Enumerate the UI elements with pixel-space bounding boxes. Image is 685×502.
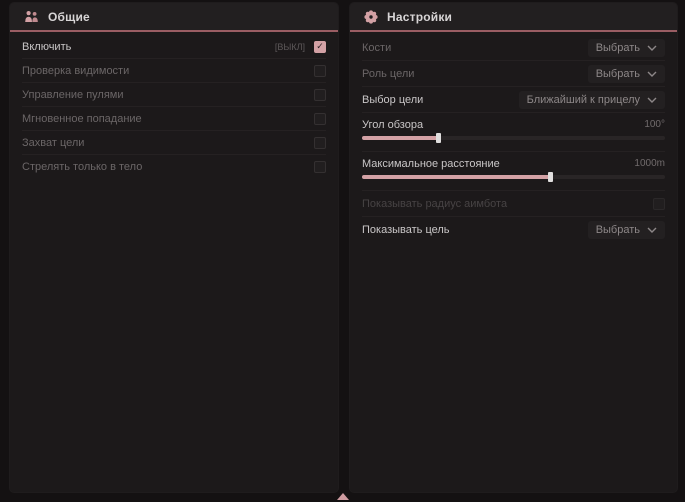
- instant-hit-checkbox[interactable]: [314, 113, 326, 125]
- select-value: Выбрать: [596, 224, 640, 236]
- row-bullet-control[interactable]: Управление пулями: [22, 83, 326, 107]
- chevron-down-icon: [647, 71, 657, 77]
- row-label: Захват цели: [22, 137, 314, 149]
- chevron-down-icon: [647, 97, 657, 103]
- visibility-check-checkbox[interactable]: [314, 65, 326, 77]
- keybind-tag: [ВЫКЛ]: [275, 42, 305, 52]
- fov-slider[interactable]: [362, 136, 665, 140]
- chevron-down-icon: [647, 227, 657, 233]
- row-bones: Кости Выбрать: [362, 35, 665, 61]
- resize-handle-triangle-up-icon[interactable]: [337, 493, 349, 500]
- panel-settings-title: Настройки: [387, 10, 452, 24]
- row-label: Роль цели: [362, 68, 588, 80]
- slider-handle[interactable]: [548, 172, 553, 182]
- row-label: Включить: [22, 41, 275, 53]
- panel-settings-header[interactable]: Настройки: [350, 3, 677, 32]
- row-label: Выбор цели: [362, 94, 519, 106]
- row-label: Показывать радиус аимбота: [362, 198, 653, 210]
- chevron-down-icon: [647, 45, 657, 51]
- row-target-lock[interactable]: Захват цели: [22, 131, 326, 155]
- body-shots-only-checkbox[interactable]: [314, 161, 326, 173]
- enable-checkbox[interactable]: ✓: [314, 41, 326, 53]
- slider-header: Максимальное расстояние1000m: [362, 156, 665, 171]
- row-label: Показывать цель: [362, 224, 588, 236]
- row-show-aimbot-radius[interactable]: Показывать радиус аимбота: [362, 191, 665, 217]
- row-label: Максимальное расстояние: [362, 158, 634, 170]
- slider-fill: [362, 175, 550, 179]
- target-role-select[interactable]: Выбрать: [588, 65, 665, 83]
- users-icon: [24, 10, 39, 23]
- select-value: Ближайший к прицелу: [527, 94, 640, 106]
- target-lock-checkbox[interactable]: [314, 137, 326, 149]
- target-selection-select[interactable]: Ближайший к прицелу: [519, 91, 665, 109]
- panel-general: Общие Включить[ВЫКЛ] ✓Проверка видимости У…: [10, 3, 338, 492]
- row-label: Мгновенное попадание: [22, 113, 314, 125]
- row-label: Проверка видимости: [22, 65, 314, 77]
- row-target-selection: Выбор цели Ближайший к прицелу: [362, 87, 665, 113]
- max-distance-slider[interactable]: [362, 175, 665, 179]
- slider-handle[interactable]: [436, 133, 441, 143]
- row-body-shots-only[interactable]: Стрелять только в тело: [22, 155, 326, 178]
- row-show-target: Показывать цель Выбрать: [362, 217, 665, 242]
- slider-fill: [362, 136, 438, 140]
- row-target-role: Роль цели Выбрать: [362, 61, 665, 87]
- slider-value: 1000m: [634, 158, 665, 169]
- bullet-control-checkbox[interactable]: [314, 89, 326, 101]
- bones-select[interactable]: Выбрать: [588, 39, 665, 57]
- panel-general-header[interactable]: Общие: [10, 3, 338, 32]
- row-label: Кости: [362, 42, 588, 54]
- row-visibility-check[interactable]: Проверка видимости: [22, 59, 326, 83]
- row-label: Стрелять только в тело: [22, 161, 314, 173]
- row-max-distance: Максимальное расстояние1000m: [362, 152, 665, 191]
- row-label: Управление пулями: [22, 89, 314, 101]
- slider-value: 100°: [644, 119, 665, 130]
- select-value: Выбрать: [596, 42, 640, 54]
- show-aimbot-radius-checkbox[interactable]: [653, 198, 665, 210]
- panel-settings: Настройки Кости Выбрать Роль цели Выбрать Вы…: [350, 3, 677, 492]
- row-instant-hit[interactable]: Мгновенное попадание: [22, 107, 326, 131]
- row-fov: Угол обзора100°: [362, 113, 665, 152]
- panel-general-title: Общие: [48, 10, 90, 24]
- show-target-select[interactable]: Выбрать: [588, 221, 665, 239]
- row-label: Угол обзора: [362, 119, 644, 131]
- gear-icon: [364, 10, 378, 24]
- slider-header: Угол обзора100°: [362, 117, 665, 132]
- select-value: Выбрать: [596, 68, 640, 80]
- row-enable[interactable]: Включить[ВЫКЛ] ✓: [22, 35, 326, 59]
